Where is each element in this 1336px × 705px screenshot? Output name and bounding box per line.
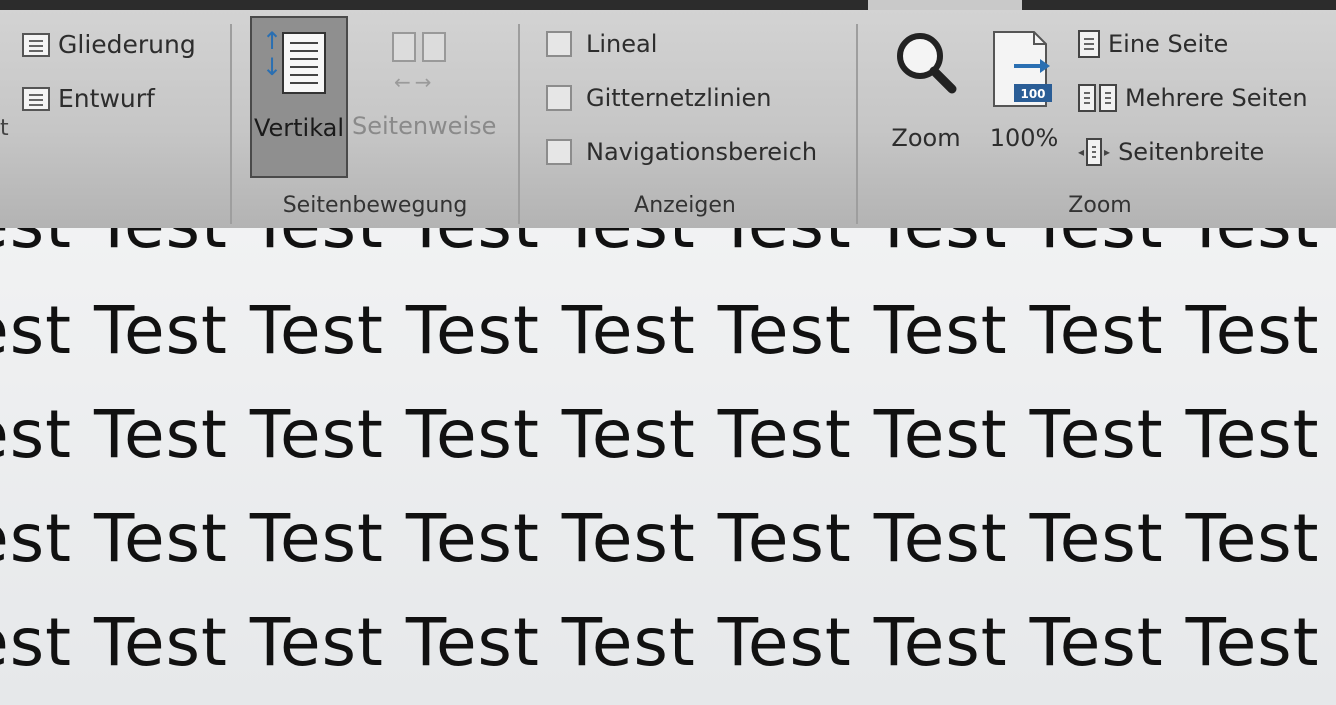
title-bar-tab [868,0,1022,10]
hundred-percent-button[interactable]: 100 100% [984,26,1064,156]
magnifier-icon [897,33,957,94]
zoom-button[interactable]: Zoom [884,26,968,156]
hundred-icon-text: 100 [1020,87,1045,101]
vertical-scroll-icon [282,32,326,94]
hundred-percent-icon: 100 [993,31,1052,107]
ruler-checkbox-row[interactable]: Lineal [546,30,657,58]
page-width-icon: ◂ ▸ [1078,138,1110,166]
side-by-side-button[interactable]: ←→ Seitenweise [352,24,496,174]
vertical-label: Vertikal [253,114,345,142]
group-separator [230,24,232,224]
page-width-button[interactable]: ◂ ▸ Seitenbreite [1078,138,1264,166]
ribbon: Gliederung Entwurf t ↑ ↓ Vertikal ←→ Seit… [0,10,1336,228]
document-line: Test Test Test Test Test Test Test Test … [0,500,1336,577]
vertical-button[interactable]: ↑ ↓ Vertikal [250,16,348,178]
one-page-icon [1078,30,1100,58]
ruler-label: Lineal [586,30,658,58]
gridlines-checkbox-row[interactable]: Gitternetzlinien [546,84,771,112]
cut-off-label: t [0,116,9,141]
one-page-label: Eine Seite [1108,30,1229,58]
multiple-pages-label: Mehrere Seiten [1125,84,1308,112]
group-separator [856,24,858,224]
page-movement-group-label: Seitenbewegung [282,193,468,218]
draft-icon [22,86,50,111]
multiple-pages-button[interactable]: Mehrere Seiten [1078,84,1308,112]
outline-icon [22,32,50,57]
zoom-group-label: Zoom [1068,193,1132,218]
side-by-side-label: Seitenweise [352,112,497,140]
side-by-side-icon [392,32,446,62]
outline-view-button[interactable]: Gliederung [22,30,196,59]
title-bar [0,0,1336,10]
navigation-pane-checkbox[interactable] [546,139,572,165]
left-right-arrows-icon: ←→ [394,70,436,94]
one-page-button[interactable]: Eine Seite [1078,30,1228,58]
document-canvas[interactable]: Test Test Test Test Test Test Test Test … [0,228,1336,705]
gridlines-checkbox[interactable] [546,85,572,111]
draft-label: Entwurf [58,84,155,113]
document-line: Test Test Test Test Test Test Test Test … [0,228,1336,263]
document-line: Test Test Test Test Test Test Test Test … [0,396,1336,473]
navigation-pane-label: Navigationsbereich [586,138,818,166]
show-group-label: Anzeigen [634,193,736,218]
up-down-arrows-icon: ↑ ↓ [262,27,283,81]
group-separator [518,24,520,224]
ruler-checkbox[interactable] [546,31,572,57]
multiple-pages-icon [1078,84,1117,112]
gridlines-label: Gitternetzlinien [586,84,772,112]
page-width-label: Seitenbreite [1118,138,1265,166]
draft-view-button[interactable]: Entwurf [22,84,155,113]
document-line: Test Test Test Test Test Test Test Test … [0,604,1336,681]
hundred-percent-label: 100% [989,124,1059,152]
outline-label: Gliederung [58,30,196,59]
zoom-label: Zoom [891,124,961,152]
document-line: Test Test Test Test Test Test Test Test … [0,292,1336,369]
navigation-pane-checkbox-row[interactable]: Navigationsbereich [546,138,817,166]
